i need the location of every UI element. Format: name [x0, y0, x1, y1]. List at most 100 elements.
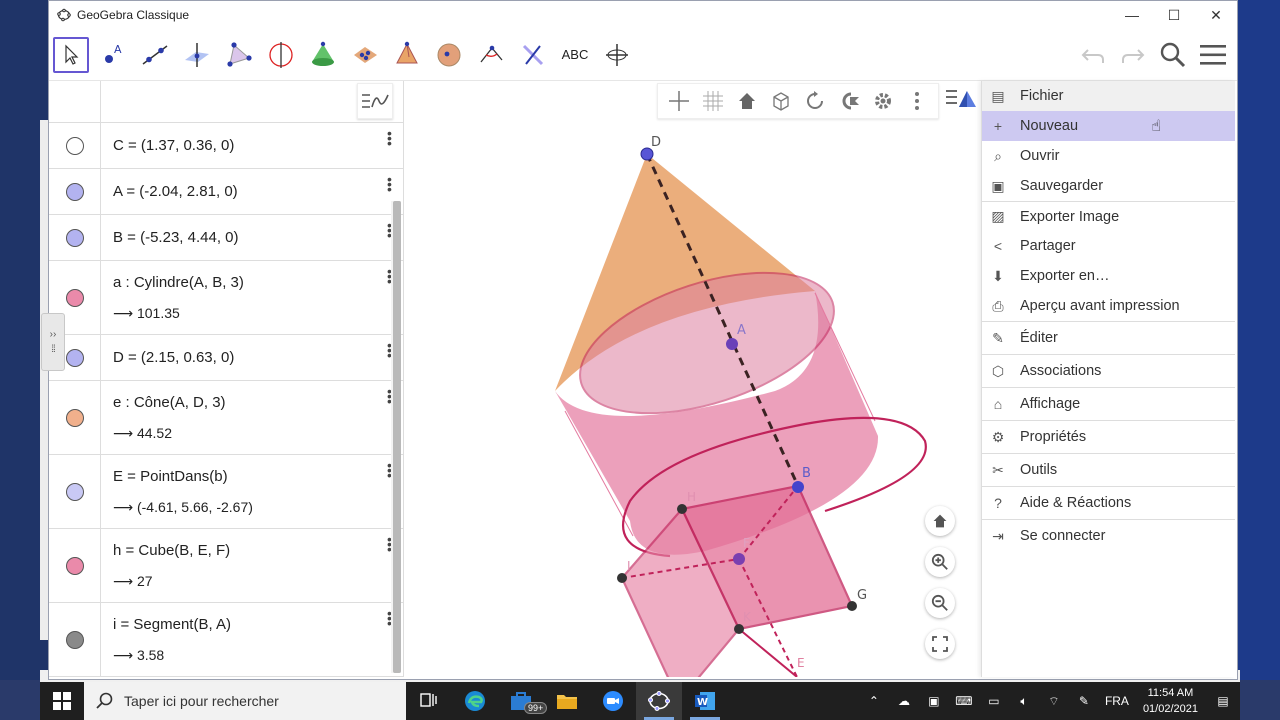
- word-taskbar-app[interactable]: W: [682, 682, 728, 720]
- menu-item-affichage[interactable]: ⌂ Affichage: [982, 387, 1235, 420]
- visibility-marble[interactable]: [49, 215, 101, 260]
- visibility-marble[interactable]: [49, 169, 101, 214]
- network-icon[interactable]: ▭: [979, 694, 1009, 708]
- edge-taskbar-app[interactable]: [452, 682, 498, 720]
- visibility-marble[interactable]: [49, 381, 101, 454]
- notification-center-icon[interactable]: ▤: [1206, 694, 1240, 708]
- store-taskbar-app[interactable]: 99+: [498, 682, 548, 720]
- point-B[interactable]: [792, 481, 804, 493]
- clock[interactable]: 11:54 AM 01/02/2021: [1135, 685, 1206, 717]
- algebra-definition[interactable]: e : Cône(A, D, 3): [113, 394, 403, 411]
- more-options-button[interactable]: [900, 84, 934, 118]
- rotate-view-button[interactable]: [798, 84, 832, 118]
- language-indicator[interactable]: FRA: [1099, 694, 1135, 708]
- wifi-icon[interactable]: ⌔: [1039, 694, 1069, 709]
- point-A[interactable]: [726, 338, 738, 350]
- redo-button[interactable]: [1115, 35, 1151, 75]
- menu-item-exporter-image[interactable]: ▨ Exporter Image: [982, 201, 1235, 231]
- menu-item-ouvrir[interactable]: ⌕ Ouvrir: [982, 141, 1235, 171]
- standard-view-zoom-button[interactable]: [925, 506, 955, 536]
- search-button[interactable]: [1155, 35, 1191, 75]
- algebra-row[interactable]: D = (2.15, 0.63, 0) • • •: [49, 335, 403, 381]
- menu-item-propri-t-s[interactable]: ⚙ Propriétés: [982, 420, 1235, 453]
- tray-chevron-up-icon[interactable]: ⌃: [859, 694, 889, 708]
- pen-icon[interactable]: ✎: [1069, 694, 1099, 708]
- main-menu-button[interactable]: [1195, 35, 1231, 75]
- menu-item-fichier[interactable]: ▤ Fichier: [982, 81, 1235, 111]
- close-button[interactable]: ✕: [1195, 1, 1237, 29]
- menu-item-diter[interactable]: ✎ Éditer: [982, 321, 1235, 354]
- algebra-definition[interactable]: D = (2.15, 0.63, 0): [113, 349, 403, 366]
- algebra-definition[interactable]: A = (-2.04, 2.81, 0): [113, 183, 403, 200]
- algebra-row[interactable]: C = (1.37, 0.36, 0) • • •: [49, 123, 403, 169]
- menu-item-exporter-en[interactable]: ⬇ Exporter en…: [982, 261, 1235, 291]
- tool-rotate-around-line[interactable]: [263, 37, 299, 73]
- tool-perpendicular[interactable]: [179, 37, 215, 73]
- algebra-definition[interactable]: E = PointDans(b): [113, 468, 403, 485]
- tool-point[interactable]: A: [95, 37, 131, 73]
- graphics-3d-view[interactable]: D A B G F E H I K: [405, 81, 981, 677]
- algebra-row[interactable]: a : Cylindre(A, B, 3) ⟶ 101.35 • • •: [49, 261, 403, 335]
- point-F[interactable]: [733, 553, 745, 565]
- algebra-definition[interactable]: i = Segment(B, A): [113, 616, 403, 633]
- standard-view-button[interactable]: [730, 84, 764, 118]
- algebra-row[interactable]: i = Segment(B, A) ⟶ 3.58 • • •: [49, 603, 403, 677]
- task-view-button[interactable]: [406, 682, 452, 720]
- algebra-row[interactable]: e : Cône(A, D, 3) ⟶ 44.52 • • •: [49, 381, 403, 455]
- axes-toggle[interactable]: [662, 84, 696, 118]
- taskbar-search-box[interactable]: Taper ici pour rechercher: [84, 682, 406, 720]
- onedrive-icon[interactable]: ☁: [889, 694, 919, 708]
- algebra-style-button[interactable]: [357, 83, 393, 119]
- tool-line[interactable]: [137, 37, 173, 73]
- algebra-definition[interactable]: a : Cylindre(A, B, 3): [113, 274, 403, 291]
- menu-item-partager[interactable]: < Partager: [982, 231, 1235, 261]
- plane-toggle[interactable]: [764, 84, 798, 118]
- ime-icon[interactable]: ⌨: [949, 694, 979, 708]
- tool-move[interactable]: [53, 36, 89, 73]
- undo-button[interactable]: [1075, 35, 1111, 75]
- menu-item-aper-u-avant-impression[interactable]: ⎙ Aperçu avant impression: [982, 291, 1235, 321]
- zoom-in-button[interactable]: [925, 547, 955, 577]
- zoom-taskbar-app[interactable]: [590, 682, 636, 720]
- point-K[interactable]: [734, 624, 744, 634]
- visibility-marble[interactable]: [49, 603, 101, 676]
- visibility-marble[interactable]: [49, 455, 101, 528]
- menu-item-sauvegarder[interactable]: ▣ Sauvegarder: [982, 171, 1235, 201]
- visibility-marble[interactable]: [49, 123, 101, 168]
- point-G[interactable]: [847, 601, 857, 611]
- menu-item-associations[interactable]: ⬡ Associations: [982, 354, 1235, 387]
- point-I[interactable]: [617, 573, 627, 583]
- tool-text[interactable]: ABC: [557, 37, 593, 73]
- algebra-row[interactable]: A = (-2.04, 2.81, 0) • • •: [49, 169, 403, 215]
- menu-item-outils[interactable]: ✂ Outils: [982, 453, 1235, 486]
- tool-reflect[interactable]: [515, 37, 551, 73]
- tool-sphere[interactable]: [431, 37, 467, 73]
- algebra-definition[interactable]: C = (1.37, 0.36, 0): [113, 137, 403, 154]
- menu-item-se-connecter[interactable]: ⇥ Se connecter: [982, 519, 1235, 552]
- point-H[interactable]: [677, 504, 687, 514]
- algebra-row[interactable]: h = Cube(B, E, F) ⟶ 27 • • •: [49, 529, 403, 603]
- explorer-taskbar-app[interactable]: [544, 682, 590, 720]
- tool-move-view[interactable]: [599, 37, 635, 73]
- tray-app-icon[interactable]: ▣: [919, 694, 949, 708]
- tool-tetrahedron[interactable]: [389, 37, 425, 73]
- tool-polygon[interactable]: [221, 37, 257, 73]
- more-vertical-icon[interactable]: • • •: [387, 172, 392, 196]
- minimize-button[interactable]: —: [1111, 1, 1153, 29]
- graphics-settings-button[interactable]: [866, 84, 900, 118]
- zoom-out-button[interactable]: [925, 588, 955, 618]
- tool-angle[interactable]: [473, 37, 509, 73]
- menu-item-nouveau[interactable]: + Nouveau ☝: [982, 111, 1235, 141]
- fullscreen-button[interactable]: [925, 629, 955, 659]
- algebra-scrollbar-thumb[interactable]: [393, 201, 401, 673]
- visibility-marble[interactable]: [49, 529, 101, 602]
- grid-toggle[interactable]: [696, 84, 730, 118]
- algebra-definition[interactable]: h = Cube(B, E, F): [113, 542, 403, 559]
- algebra-row[interactable]: B = (-5.23, 4.44, 0) • • •: [49, 215, 403, 261]
- start-button[interactable]: [40, 682, 84, 720]
- algebra-row[interactable]: E = PointDans(b) ⟶ (-4.61, 5.66, -2.67) • •…: [49, 455, 403, 529]
- perspectives-button[interactable]: [945, 85, 977, 116]
- more-vertical-icon[interactable]: • • •: [387, 126, 392, 150]
- tool-pyramid[interactable]: [305, 37, 341, 73]
- tool-net[interactable]: [347, 37, 383, 73]
